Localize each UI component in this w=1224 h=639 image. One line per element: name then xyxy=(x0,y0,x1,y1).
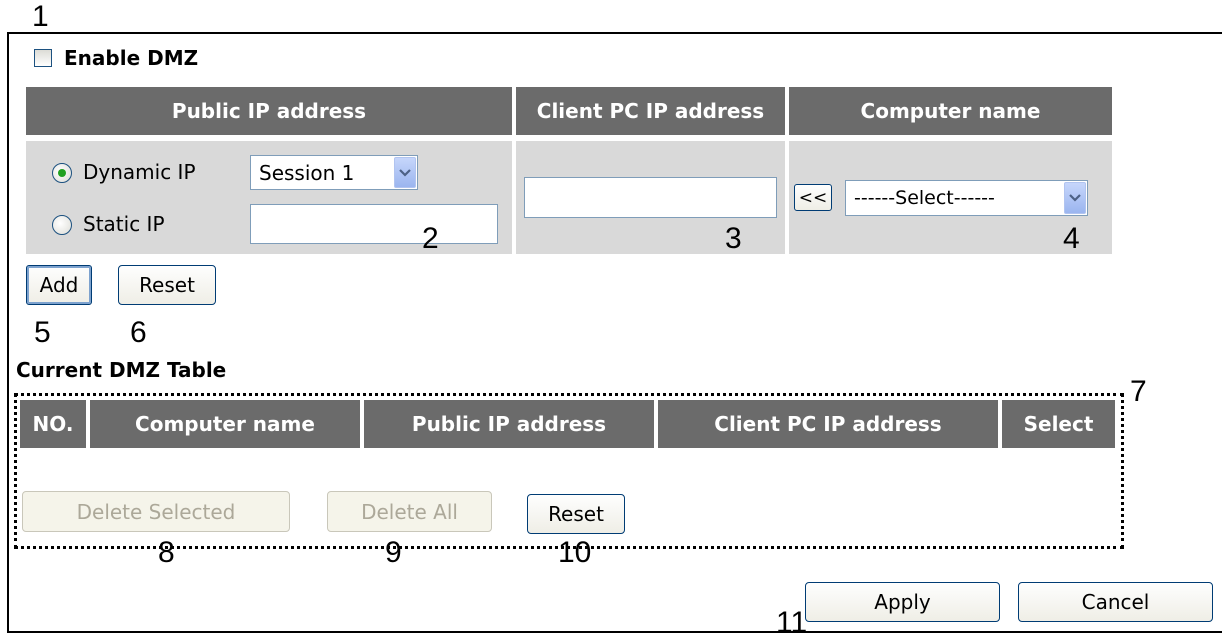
table-header-select: Select xyxy=(1002,400,1115,448)
callout-2: 2 xyxy=(422,222,439,255)
static-ip-input[interactable] xyxy=(250,204,498,244)
callout-7: 7 xyxy=(1130,375,1147,408)
entry-reset-button[interactable]: Reset xyxy=(118,265,216,305)
callout-1: 1 xyxy=(32,0,49,33)
callout-4: 4 xyxy=(1063,222,1080,255)
header-client-pc-ip: Client PC IP address xyxy=(516,87,785,135)
delete-all-button[interactable]: Delete All xyxy=(327,491,492,532)
callout-6: 6 xyxy=(130,316,147,349)
client-pc-ip-input[interactable] xyxy=(524,177,777,218)
add-button[interactable]: Add xyxy=(26,265,92,305)
enable-dmz-label: Enable DMZ xyxy=(64,46,199,70)
static-ip-label: Static IP xyxy=(83,212,165,236)
current-dmz-table-title: Current DMZ Table xyxy=(16,358,227,382)
callout-8: 8 xyxy=(158,536,175,569)
callout-9: 9 xyxy=(385,536,402,569)
header-computer-name: Computer name xyxy=(789,87,1112,135)
chevron-down-icon[interactable] xyxy=(1064,182,1086,214)
enable-dmz-checkbox[interactable] xyxy=(34,49,52,67)
session-select-value: Session 1 xyxy=(259,160,355,185)
callout-11: 11 xyxy=(776,606,808,639)
table-reset-button[interactable]: Reset xyxy=(527,494,625,534)
table-header-no: NO. xyxy=(20,400,86,448)
dynamic-ip-radio[interactable] xyxy=(52,163,72,183)
computer-name-select-value: ------Select------ xyxy=(854,187,995,209)
callout-10: 10 xyxy=(558,536,592,569)
static-ip-radio[interactable] xyxy=(52,215,72,235)
callout-5: 5 xyxy=(34,316,51,349)
chevron-down-icon[interactable] xyxy=(394,157,416,188)
cancel-button[interactable]: Cancel xyxy=(1018,582,1213,622)
session-select[interactable]: Session 1 xyxy=(250,155,418,190)
delete-selected-button[interactable]: Delete Selected xyxy=(22,491,290,532)
table-header-public-ip: Public IP address xyxy=(364,400,654,448)
apply-button[interactable]: Apply xyxy=(805,582,1000,622)
dynamic-ip-label: Dynamic IP xyxy=(83,160,196,184)
table-header-computer-name: Computer name xyxy=(90,400,360,448)
header-public-ip: Public IP address xyxy=(26,87,512,135)
table-header-client-pc-ip: Client PC IP address xyxy=(658,400,998,448)
computer-name-select[interactable]: ------Select------ xyxy=(845,180,1088,216)
callout-3: 3 xyxy=(725,222,742,255)
copy-name-button[interactable]: << xyxy=(794,184,832,211)
